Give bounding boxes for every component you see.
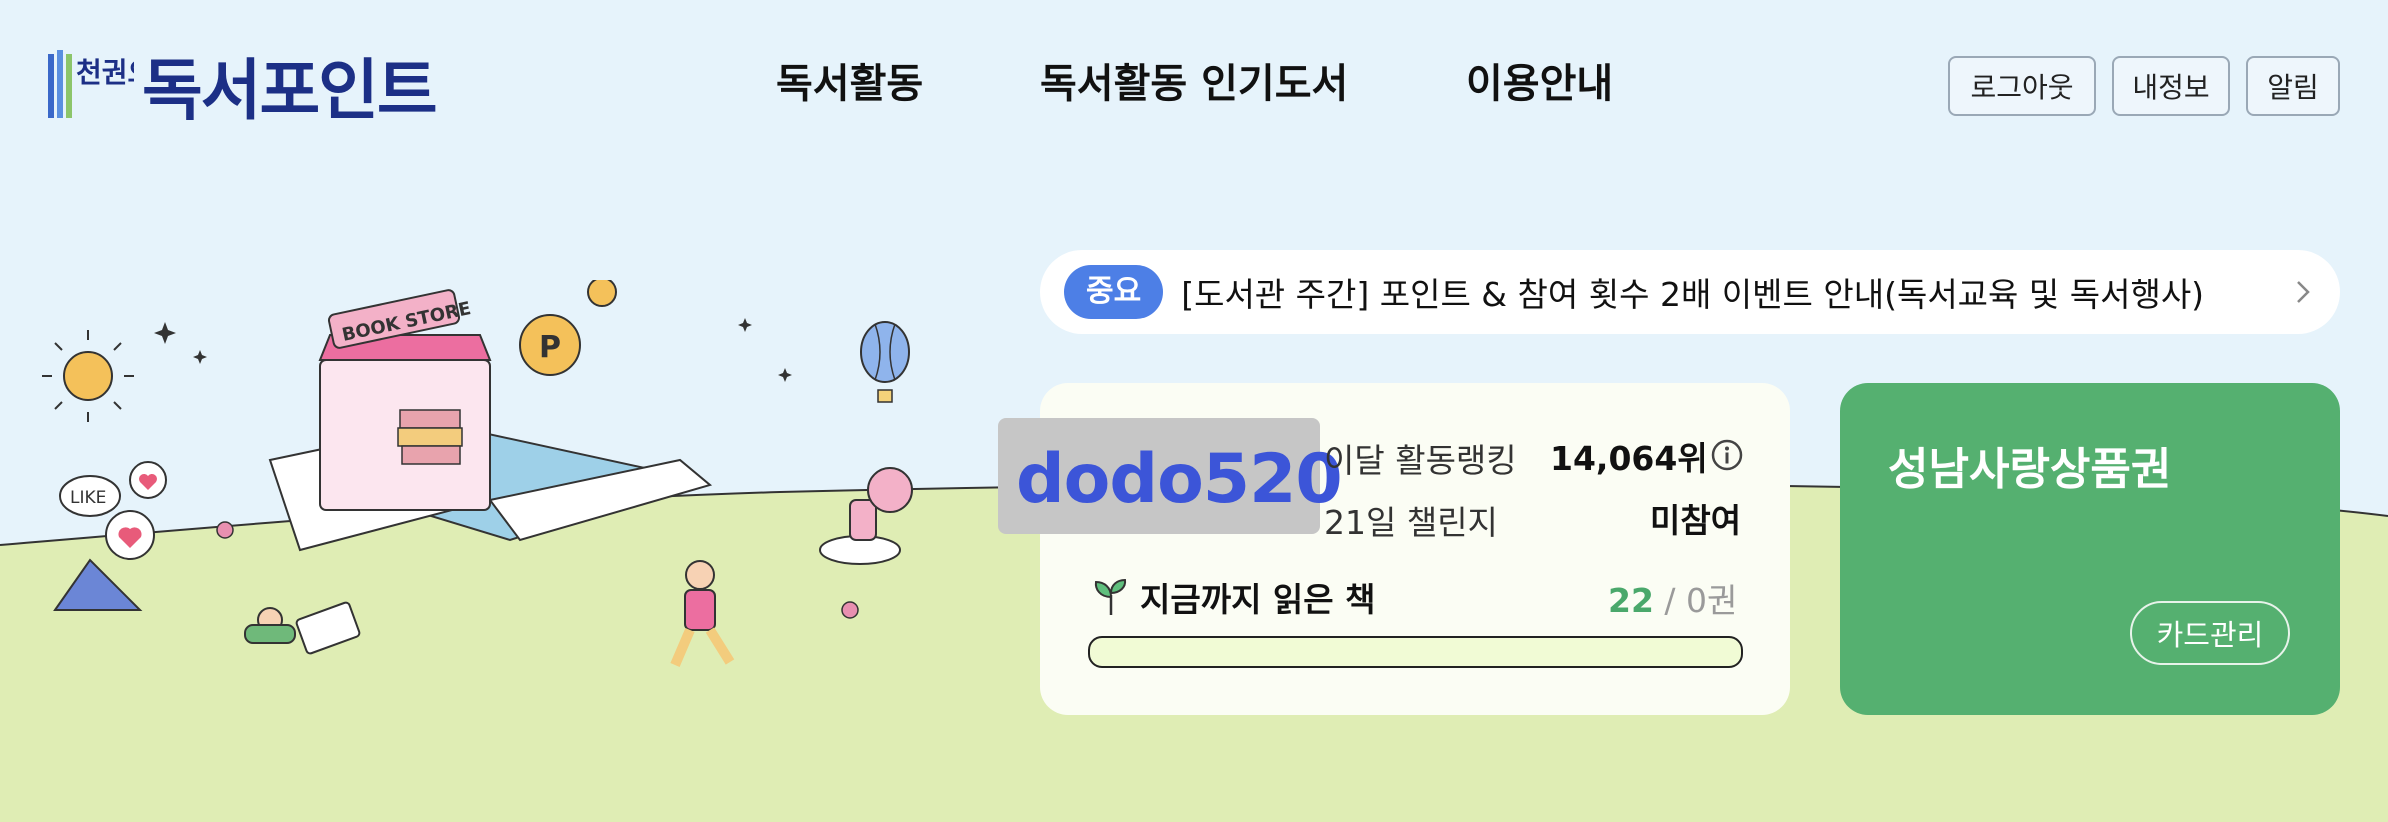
challenge-label: 21일 챌린지 — [1324, 503, 1498, 542]
voucher-title: 성남사랑상품권 — [1888, 444, 2172, 495]
notice-text[interactable]: [도서관 주간] 포인트 & 참여 횟수 2배 이벤트 안내(독서교육 및 독서… — [1181, 268, 2204, 316]
notice-bar[interactable]: 중요 [도서관 주간] 포인트 & 참여 횟수 2배 이벤트 안내(독서교육 및… — [1040, 250, 2340, 334]
coin-letter: P — [539, 330, 561, 365]
nav-popular-books[interactable]: 독서활동 인기도서 — [1040, 54, 1348, 114]
stamp-icon — [819, 467, 913, 565]
like-bubble-text: LIKE — [70, 488, 106, 508]
point-coin-icon: P — [519, 280, 617, 376]
book-store-stand: BOOK STORE — [318, 289, 492, 511]
like-bubble-icon: LIKE — [59, 461, 167, 560]
jumping-person-icon — [670, 560, 735, 667]
chevron-right-icon[interactable] — [2294, 272, 2314, 312]
nav-usage-guide[interactable]: 이용안내 — [1466, 54, 1613, 114]
hot-air-balloon-icon — [860, 321, 910, 403]
card-manage-button[interactable]: 카드관리 — [2130, 601, 2290, 665]
reading-illustration: BOOK STORE P LIKE — [42, 280, 913, 667]
important-badge: 중요 — [1064, 265, 1164, 319]
voucher-card[interactable]: 성남사랑상품권 카드관리 — [1840, 383, 2340, 715]
reading-progress-bar — [1088, 636, 1743, 668]
sun-icon — [42, 330, 134, 422]
books-read-label: 지금까지 읽은 책 — [1140, 580, 1376, 619]
challenge-value: 미참여 — [1650, 501, 1742, 540]
logout-button[interactable]: 로그아웃 — [1948, 56, 2096, 116]
site-logo[interactable]: 천권으로 독서포인트 — [46, 48, 438, 129]
logo-text: 독서포인트 — [142, 52, 438, 129]
reading-person-icon — [244, 601, 361, 655]
rank-label: 이달 활동랭킹 — [1324, 441, 1517, 480]
my-info-button[interactable]: 내정보 — [2112, 56, 2230, 116]
rank-value: 14,064위 — [1550, 439, 1708, 478]
sprout-icon — [1094, 578, 1127, 615]
logo-badge-text: 천권으로 — [76, 56, 134, 89]
logo-book-icon: 천권으로 — [48, 50, 134, 118]
user-id: dodo520 — [1016, 440, 1343, 519]
books-read-row: 지금까지 읽은 책 — [1092, 574, 1376, 620]
notification-button[interactable]: 알림 — [2246, 56, 2340, 116]
info-icon[interactable] — [1710, 438, 1744, 472]
books-read-count: 22 — [1608, 581, 1654, 620]
books-count: 22 / 0권 — [1608, 574, 1737, 622]
nav-reading-activity[interactable]: 독서활동 — [776, 54, 923, 114]
tent-icon — [53, 558, 143, 611]
books-total-count: / 0권 — [1653, 581, 1738, 620]
